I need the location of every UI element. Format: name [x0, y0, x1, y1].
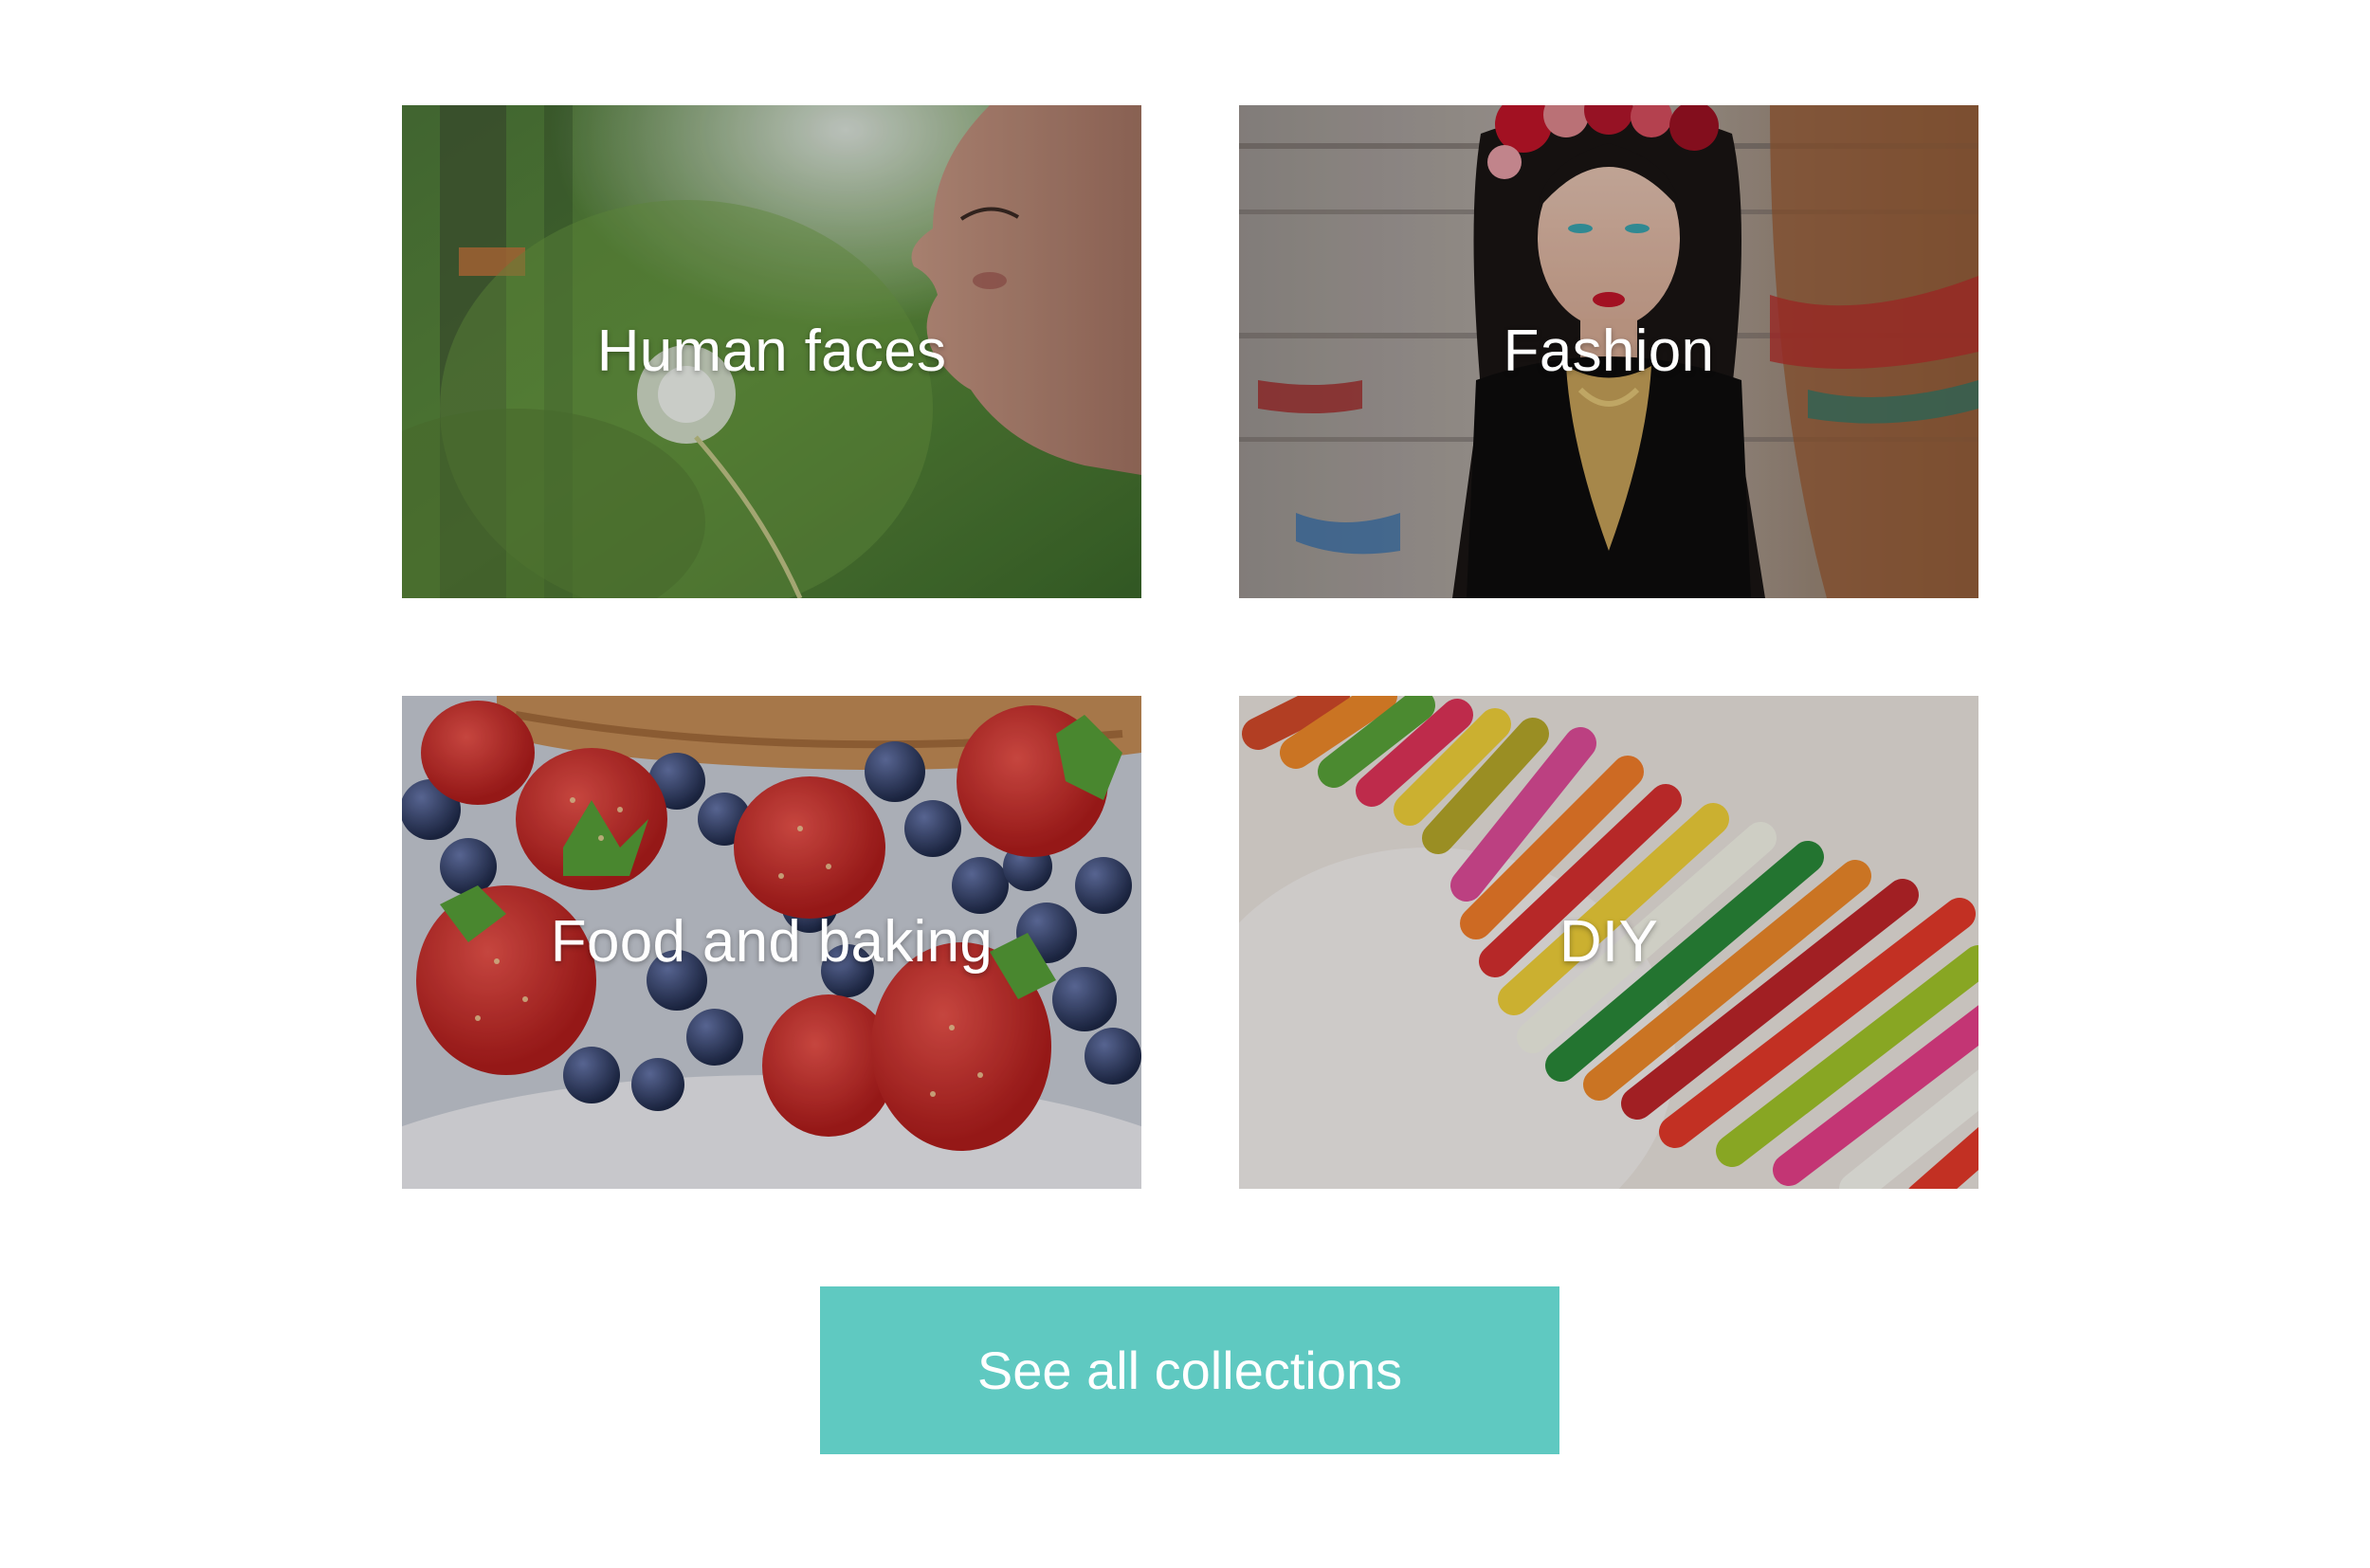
collection-tile-fashion[interactable]: Fashion [1239, 105, 1978, 598]
collection-tile-diy[interactable]: DIY [1239, 696, 1978, 1189]
collection-tile-food-and-baking[interactable]: Food and baking [402, 696, 1141, 1189]
collection-tile-human-faces[interactable]: Human faces [402, 105, 1141, 598]
see-all-collections-button[interactable]: See all collections [820, 1286, 1559, 1454]
collection-label: DIY [1559, 909, 1659, 975]
collection-label: Fashion [1503, 319, 1715, 384]
collection-label: Food and baking [550, 909, 994, 975]
collection-label: Human faces [596, 319, 947, 384]
